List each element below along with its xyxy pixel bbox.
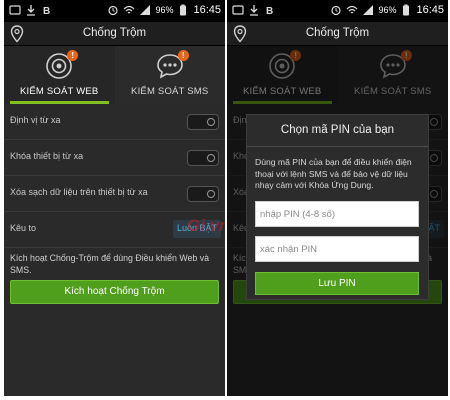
dialog-divider [247, 146, 428, 147]
notification-icon [232, 5, 244, 15]
web-alert-badge: ! [67, 50, 79, 61]
toggle-knob [207, 154, 215, 162]
sms-alert-badge: ! [177, 50, 189, 61]
setting-label: Xóa sạch dữ liệu trên thiết bị từ xa [10, 187, 148, 197]
app-b-icon: B [266, 6, 273, 16]
setting-label: Định vị từ xa [10, 115, 61, 125]
wifi-icon [347, 5, 358, 14]
battery-level: 96% [155, 5, 174, 15]
list-item: Định vị từ xa [4, 104, 225, 140]
anti-theft-screen: B 96% 16:45 Chống Trộm ! KIỂM SOÁT WEB !… [4, 0, 225, 396]
activation-hint: Kích hoạt Chống-Trộm để dùng Điều khiển … [10, 253, 210, 275]
signal-icon [363, 5, 374, 15]
remote-lock-toggle[interactable] [187, 150, 219, 166]
choose-pin-dialog: Chọn mã PIN của bạn Dùng mã PIN của bạn … [246, 114, 429, 300]
page-title: Chống Trộm [305, 27, 370, 39]
toggle-knob [207, 190, 215, 198]
download-icon [27, 5, 35, 16]
notification-icon [9, 5, 21, 15]
confirm-pin-input[interactable] [255, 236, 419, 262]
remote-wipe-toggle[interactable] [187, 186, 219, 202]
save-pin-button[interactable]: Lưu PIN [255, 272, 419, 295]
app-b-icon: B [43, 6, 50, 16]
signal-icon [140, 5, 151, 15]
tab-web-control[interactable]: ! KIỂM SOÁT WEB [4, 46, 115, 104]
watermark-logo: Gi.vn [187, 216, 225, 235]
dialog-title: Chọn mã PIN của bạn [280, 124, 395, 136]
tab-sms-control[interactable]: ! KIỂM SOÁT SMS [115, 46, 226, 104]
status-bar: B 96% 16:45 [227, 0, 448, 22]
tab-web-label: KIỂM SOÁT WEB [20, 86, 99, 97]
dialog-message: Dùng mã PIN của bạn để điều khiển điện t… [255, 157, 412, 190]
remote-locate-toggle[interactable] [187, 114, 219, 130]
setting-label: Khóa thiết bị từ xa [10, 151, 84, 161]
download-icon [250, 5, 258, 16]
battery-icon [403, 4, 410, 16]
battery-level: 96% [378, 5, 397, 15]
app-title-bar: Chống Trộm [227, 22, 448, 46]
control-tabs: ! KIỂM SOÁT WEB ! KIỂM SOÁT SMS [4, 46, 225, 104]
clock: 16:45 [193, 4, 221, 16]
tab-sms-label: KIỂM SOÁT SMS [131, 86, 209, 97]
svg-text:B: B [266, 6, 273, 16]
page-title: Chống Trộm [82, 27, 147, 39]
clock: 16:45 [416, 4, 444, 16]
alarm-icon [331, 5, 342, 16]
list-item: Khóa thiết bị từ xa [4, 140, 225, 176]
screenshot-pair: B 96% 16:45 Chống Trộm ! KIỂM SOÁT WEB !… [0, 0, 450, 400]
pin-input[interactable] [255, 201, 419, 227]
status-bar: B 96% 16:45 [4, 0, 225, 22]
activate-anti-theft-button[interactable]: Kích hoạt Chống Trộm [10, 280, 219, 304]
toggle-knob [207, 118, 215, 126]
setting-label: Kêu to [10, 223, 37, 233]
wifi-icon [124, 5, 135, 14]
pin-dialog-screen: B 96% 16:45 Chống Trộm ! [227, 0, 448, 396]
svg-text:B: B [43, 6, 50, 16]
app-title-bar: Chống Trộm [4, 22, 225, 46]
battery-icon [180, 4, 187, 16]
alarm-icon [108, 5, 119, 16]
list-item: Xóa sạch dữ liệu trên thiết bị từ xa [4, 176, 225, 212]
